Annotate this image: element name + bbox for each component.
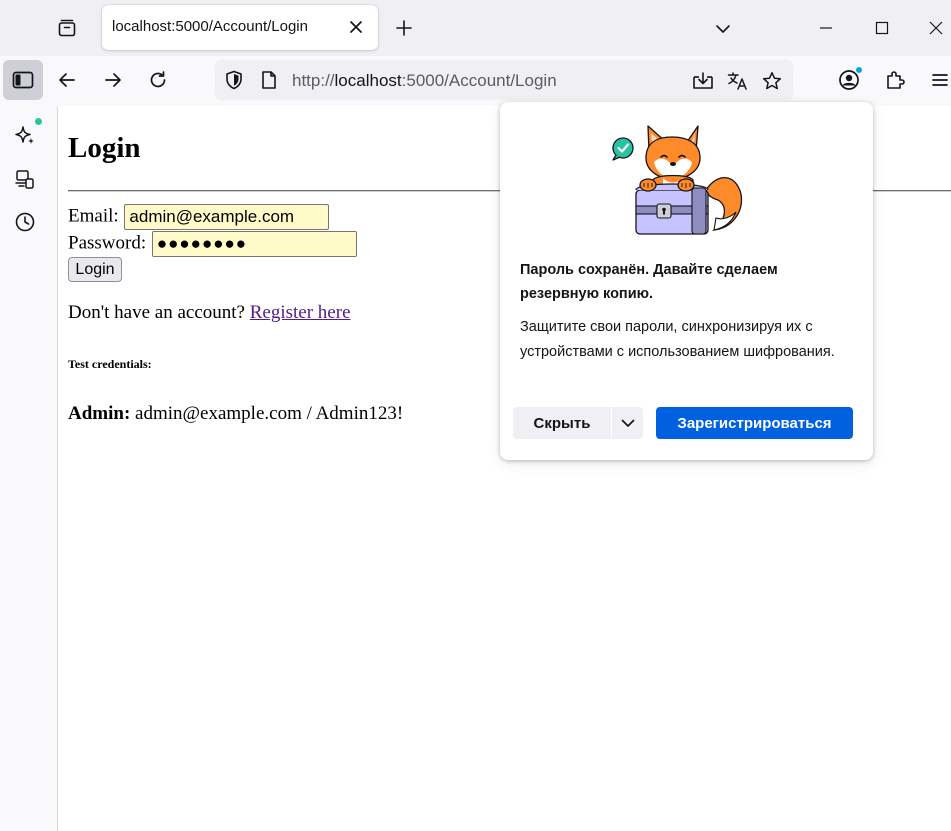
page-title: Login bbox=[68, 132, 141, 164]
active-tab[interactable]: localhost:5000/Account/Login bbox=[102, 5, 378, 50]
history-icon bbox=[15, 212, 35, 232]
list-all-tabs-button[interactable] bbox=[712, 18, 734, 40]
register-account-button[interactable]: Зарегистрироваться bbox=[656, 407, 853, 439]
maximize-icon bbox=[875, 21, 889, 35]
register-link[interactable]: Register here bbox=[250, 302, 351, 323]
ai-notification-dot bbox=[35, 118, 42, 125]
reload-icon bbox=[150, 71, 166, 88]
minimize-icon bbox=[820, 27, 832, 29]
test-credentials-heading: Test credentials: bbox=[68, 357, 152, 371]
email-row: Email: admin@example.com bbox=[68, 204, 330, 230]
chevron-down-icon bbox=[716, 25, 730, 33]
sidebar-icon bbox=[12, 71, 34, 89]
app-menu-button[interactable] bbox=[926, 66, 951, 94]
tab-strip: localhost:5000/Account/Login bbox=[0, 0, 951, 56]
admin-credentials-line: Admin: admin@example.com / Admin123! bbox=[68, 403, 403, 425]
page-icon bbox=[262, 71, 276, 89]
account-notification-dot bbox=[855, 66, 863, 74]
fox-illustration bbox=[612, 125, 743, 235]
ai-sparkle-icon bbox=[15, 126, 34, 144]
register-prompt: Don't have an account? bbox=[68, 302, 245, 323]
maximize-button[interactable] bbox=[868, 14, 896, 42]
email-label: Email: bbox=[68, 205, 119, 227]
url-bar[interactable]: http://localhost:5000/Account/Login bbox=[215, 60, 793, 100]
sidebar-toggle-button[interactable] bbox=[3, 60, 43, 100]
password-label: Password: bbox=[68, 232, 147, 254]
menu-icon bbox=[932, 74, 948, 86]
forward-arrow-icon bbox=[105, 73, 121, 87]
minimize-button[interactable] bbox=[812, 14, 840, 42]
hide-options-dropdown[interactable] bbox=[612, 407, 643, 439]
tab-overview-icon bbox=[58, 19, 76, 37]
translate-button[interactable] bbox=[726, 69, 750, 93]
back-button[interactable] bbox=[53, 66, 81, 94]
tab-title: localhost:5000/Account/Login bbox=[112, 18, 308, 35]
history-button[interactable] bbox=[12, 209, 38, 235]
password-input[interactable]: ●●●●●●●● bbox=[151, 231, 357, 257]
url-host: localhost bbox=[334, 71, 402, 90]
close-icon bbox=[350, 21, 362, 33]
save-to-pocket-icon bbox=[693, 72, 713, 89]
new-tab-button[interactable] bbox=[392, 16, 416, 40]
browser-sidebar bbox=[0, 106, 57, 831]
window-close-button[interactable] bbox=[922, 14, 950, 42]
synced-tabs-icon bbox=[15, 170, 34, 189]
password-row: Password: ●●●●●●●● bbox=[68, 231, 357, 257]
bookmark-star-button[interactable] bbox=[760, 69, 784, 93]
admin-label: Admin: bbox=[68, 403, 131, 424]
forward-button[interactable] bbox=[99, 66, 127, 94]
site-info-button[interactable] bbox=[259, 70, 279, 90]
plus-icon bbox=[396, 20, 412, 36]
shield-icon bbox=[226, 70, 242, 90]
tracking-protection-button[interactable] bbox=[224, 70, 244, 90]
reload-button[interactable] bbox=[144, 66, 172, 94]
back-arrow-icon bbox=[59, 73, 75, 87]
translate-icon bbox=[727, 72, 747, 90]
hide-button[interactable]: Скрыть bbox=[513, 407, 611, 439]
synced-tabs-button[interactable] bbox=[12, 166, 38, 192]
navigation-toolbar: http://localhost:5000/Account/Login bbox=[0, 56, 951, 106]
save-to-pocket-button[interactable] bbox=[691, 69, 715, 93]
account-button[interactable] bbox=[835, 66, 863, 94]
admin-credentials: admin@example.com / Admin123! bbox=[135, 403, 404, 424]
url-path: :5000/Account/Login bbox=[401, 71, 557, 90]
extensions-icon bbox=[887, 71, 905, 89]
star-icon bbox=[762, 72, 782, 90]
email-input[interactable]: admin@example.com bbox=[124, 204, 330, 230]
register-prompt-line: Don't have an account? Register here bbox=[68, 302, 351, 324]
tab-overview-button[interactable] bbox=[50, 11, 84, 45]
popup-body: Защитите свои пароли, синхронизируя их с… bbox=[520, 319, 835, 360]
url-text[interactable]: http://localhost:5000/Account/Login bbox=[292, 71, 557, 91]
password-saved-popup: Пароль сохранён. Давайте сделаем резервн… bbox=[500, 102, 873, 460]
login-button[interactable]: Login bbox=[68, 257, 122, 282]
window-close-icon bbox=[929, 21, 943, 35]
extensions-button[interactable] bbox=[881, 66, 909, 94]
url-prefix: http:// bbox=[292, 71, 335, 90]
popup-title: Пароль сохранён. Давайте сделаем резервн… bbox=[520, 262, 778, 302]
chevron-down-icon bbox=[621, 419, 634, 427]
tab-close-button[interactable] bbox=[346, 17, 366, 37]
ai-chatbot-button[interactable] bbox=[12, 118, 42, 148]
